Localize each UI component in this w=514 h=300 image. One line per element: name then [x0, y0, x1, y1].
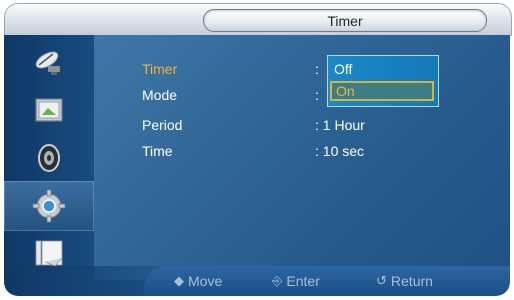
sidebar-item-input[interactable]	[4, 37, 94, 87]
sidebar-item-setup[interactable]	[4, 181, 94, 231]
hint-bar: ◆ Move ⎆ Enter ↺ Return	[144, 266, 510, 296]
gear-icon	[32, 189, 66, 223]
time-value: : 10 sec	[315, 143, 365, 159]
page-title: Timer	[203, 9, 487, 32]
period-value: : 1 Hour	[315, 117, 365, 133]
timer-colon: :	[315, 61, 319, 77]
menu-item-mode[interactable]: Mode	[142, 87, 177, 103]
speaker-icon	[38, 144, 60, 172]
title-bar: Timer	[4, 3, 512, 36]
hint-enter-label: Enter	[286, 273, 320, 289]
main-panel: Timer : Mode : Period : 1 Hour Time : 10…	[94, 35, 510, 266]
hint-move-label: Move	[188, 273, 223, 289]
bottom-bar: ◆ Move ⎆ Enter ↺ Return	[4, 266, 510, 296]
menu-item-period[interactable]: Period	[142, 117, 182, 133]
hint-return-label: Return	[390, 273, 433, 289]
hint-enter: ⎆ Enter	[272, 273, 320, 289]
enter-icon: ⎆	[272, 273, 283, 288]
sidebar-item-sound[interactable]	[4, 133, 94, 183]
picture-frame-icon	[35, 98, 63, 122]
menu-item-timer[interactable]: Timer	[142, 61, 177, 77]
return-icon: ↺	[376, 273, 387, 288]
option-off[interactable]: Off	[330, 59, 434, 79]
move-icon: ◆	[174, 273, 184, 288]
hint-return: ↺ Return	[376, 273, 433, 289]
hint-move: ◆ Move	[174, 273, 222, 289]
sidebar-item-picture[interactable]	[4, 85, 94, 135]
satellite-dish-icon	[35, 51, 60, 75]
osd-menu: Timer Timer: Mode: Period: 1 Hour Tim…	[0, 0, 514, 300]
mode-colon: :	[315, 87, 319, 103]
menu-item-time[interactable]: Time	[142, 143, 173, 159]
sidebar	[4, 35, 94, 280]
option-on[interactable]: On	[330, 81, 434, 101]
timer-dropdown[interactable]: Off On	[327, 55, 439, 107]
